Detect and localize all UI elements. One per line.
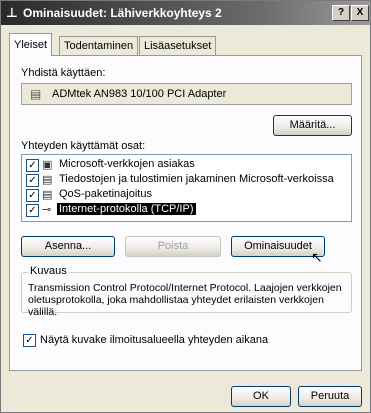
description-group: Kuvaus Transmission Control Protocol/Int… [21, 265, 352, 318]
tab-authentication[interactable]: Todentaminen [59, 36, 139, 55]
components-list: ✓ ▣ Microsoft-verkkojen asiakas ✓ ▤ Tied… [21, 154, 352, 222]
adapter-field: ▤ ADMtek AN983 10/100 PCI Adapter [21, 83, 352, 105]
cancel-button[interactable]: Peruuta [298, 386, 362, 407]
component-label: Tiedostojen ja tulostimien jakaminen Mic… [59, 173, 334, 185]
show-icon-label: Näytä kuvake ilmoitusalueella yhteyden a… [40, 334, 269, 346]
close-button[interactable]: X [351, 5, 369, 21]
tab-advanced[interactable]: Lisäasetukset [139, 36, 217, 55]
description-label: Kuvaus [28, 265, 69, 277]
file-printer-sharing-icon: ▤ [42, 174, 53, 186]
component-checkbox[interactable]: ✓ [26, 159, 39, 172]
component-label: QoS-paketinajoitus [59, 188, 152, 200]
install-button[interactable]: Asenna... [21, 236, 115, 257]
show-icon-checkbox[interactable]: ✓ [23, 334, 36, 347]
qos-scheduler-icon: ▤ [42, 189, 53, 201]
properties-dialog: ⊥ Ominaisuudet: Lähiverkkoyhteys 2 ? X Y… [0, 0, 371, 413]
network-client-icon: ▣ [42, 159, 53, 171]
configure-button[interactable]: Määritä... [273, 115, 352, 136]
network-connection-icon: ⊥ [6, 5, 18, 20]
protocol-icon: ⊸ [42, 204, 52, 216]
description-text: Transmission Control Protocol/Internet P… [28, 282, 342, 318]
remove-button[interactable]: Poista [125, 236, 221, 257]
window-title: Ominaisuudet: Lähiverkkoyhteys 2 [23, 6, 222, 20]
components-label: Yhteyden käyttämät osat: [21, 140, 146, 152]
title-bar[interactable]: ⊥ Ominaisuudet: Lähiverkkoyhteys 2 ? X [1, 1, 370, 25]
component-checkbox[interactable]: ✓ [26, 204, 39, 217]
component-checkbox[interactable]: ✓ [26, 174, 39, 187]
ok-button[interactable]: OK [231, 386, 291, 407]
network-adapter-icon: ▤ [30, 87, 42, 101]
help-button[interactable]: ? [332, 5, 350, 21]
mouse-pointer-icon: ↖ [311, 249, 323, 265]
component-checkbox[interactable]: ✓ [26, 189, 39, 202]
component-label: Internet-protokolla (TCP/IP) [57, 203, 196, 215]
tab-general[interactable]: Yleiset [9, 33, 53, 56]
connect-using-label: Yhdistä käyttäen: [21, 67, 106, 79]
component-label: Microsoft-verkkojen asiakas [59, 158, 195, 170]
adapter-name: ADMtek AN983 10/100 PCI Adapter [52, 88, 227, 100]
